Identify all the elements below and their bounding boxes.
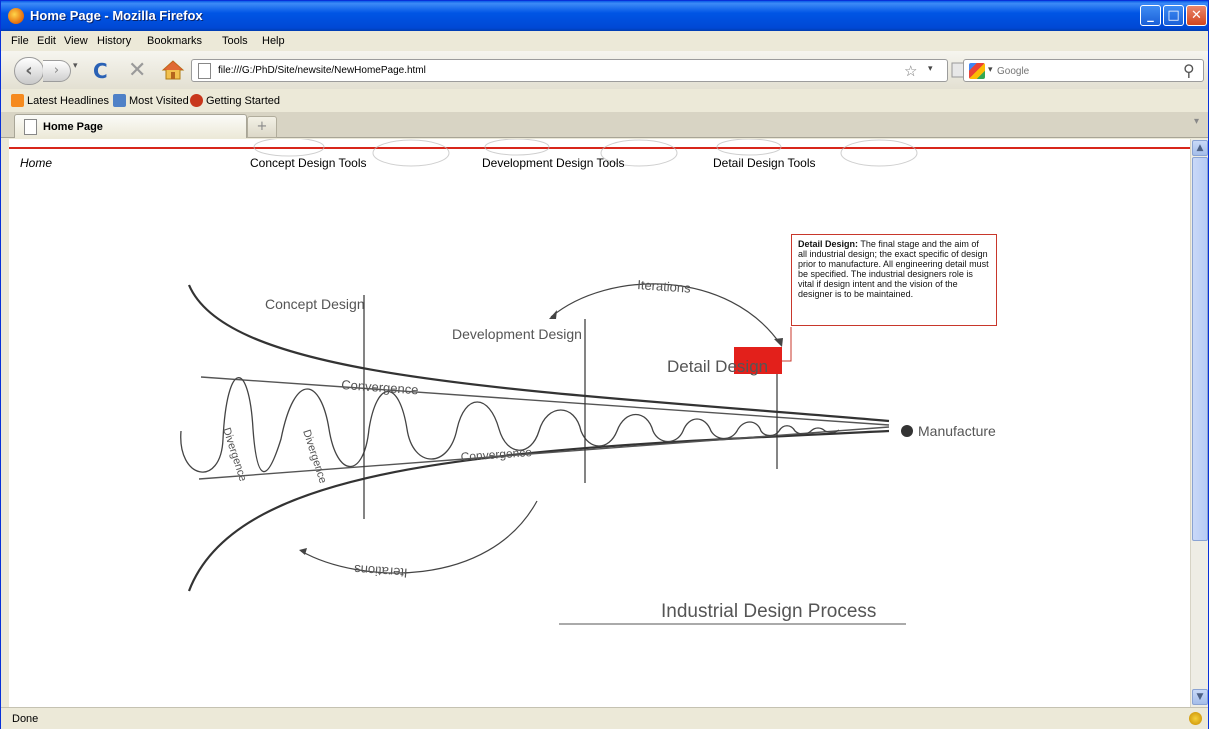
- bookmark-most-visited[interactable]: Most Visited: [113, 94, 189, 107]
- title-bar: Home Page - Mozilla Firefox _ □ ✕: [1, 1, 1208, 31]
- funnel-bottom-curve: [187, 429, 890, 592]
- search-engine-dropdown-icon[interactable]: ▾: [988, 65, 993, 75]
- iterations-top-label: Iterations: [637, 277, 692, 296]
- development-design-label: Development Design: [452, 326, 582, 342]
- divergence-label-1: Divergence: [220, 426, 249, 483]
- home-icon[interactable]: [161, 59, 185, 81]
- arrowhead-right-icon: [774, 338, 783, 347]
- address-bar[interactable]: file:///G:/PhD/Site/newsite/NewHomePage.…: [191, 59, 948, 82]
- popup-connector: [782, 327, 792, 362]
- tab-home-page[interactable]: Home Page: [14, 114, 247, 138]
- arrowhead-left-icon: [549, 310, 557, 319]
- manufacture-label: Manufacture: [918, 423, 996, 439]
- scroll-down-icon[interactable]: ▼: [1192, 689, 1208, 705]
- detail-design-label[interactable]: Detail Design: [667, 357, 768, 376]
- status-text: Done: [12, 713, 39, 725]
- iterations-bottom-arrow: [300, 500, 538, 574]
- bookmark-latest-headlines[interactable]: Latest Headlines: [11, 94, 109, 107]
- scrollbar-thumb[interactable]: [1192, 157, 1208, 541]
- nav-home-link[interactable]: Home: [20, 156, 52, 170]
- concept-design-label: Concept Design: [265, 296, 365, 312]
- vertical-scrollbar[interactable]: ▲ ▼: [1190, 139, 1208, 707]
- menu-view[interactable]: View: [64, 35, 88, 47]
- stop-icon[interactable]: ✕: [128, 58, 146, 83]
- diagram-title: Industrial Design Process: [661, 601, 876, 622]
- menu-file[interactable]: File: [11, 35, 29, 47]
- forward-button[interactable]: ›: [43, 60, 71, 82]
- divergence-label-2: Divergence: [300, 428, 329, 485]
- menu-help[interactable]: Help: [262, 35, 285, 47]
- firefox-bookmark-icon: [190, 94, 203, 107]
- minimize-button[interactable]: _: [1140, 5, 1161, 26]
- detail-design-popup: Detail Design: The final stage and the a…: [791, 234, 997, 326]
- menu-bar: File Edit View History Bookmarks Tools H…: [1, 31, 1208, 51]
- nav-detail-design-tools[interactable]: Detail Design Tools: [713, 156, 816, 170]
- bookmark-label: Latest Headlines: [27, 94, 109, 107]
- page-content: Concept Design Development Design Detail…: [9, 139, 1190, 707]
- back-button[interactable]: ‹: [14, 57, 44, 85]
- page-icon: [24, 119, 37, 135]
- bookmark-getting-started[interactable]: Getting Started: [190, 94, 280, 107]
- bookmark-star-icon[interactable]: ☆: [904, 62, 917, 80]
- design-process-diagram: Concept Design Development Design Detail…: [180, 139, 996, 625]
- maximize-button[interactable]: □: [1163, 5, 1184, 26]
- convergence-top-label: Convergence: [341, 377, 419, 397]
- page-icon: [198, 63, 211, 79]
- tab-strip: Home Page + ▾: [1, 112, 1208, 138]
- url-dropdown-icon[interactable]: ▾: [928, 64, 933, 74]
- status-bar: Done: [1, 707, 1208, 729]
- firefox-icon: [8, 8, 24, 24]
- menu-edit[interactable]: Edit: [37, 35, 56, 47]
- nav-development-design-tools[interactable]: Development Design Tools: [482, 156, 625, 170]
- bookmark-label: Getting Started: [206, 94, 280, 107]
- menu-bookmarks[interactable]: Bookmarks: [147, 35, 202, 47]
- google-icon[interactable]: [969, 63, 985, 79]
- menu-history[interactable]: History: [97, 35, 131, 47]
- manufacture-dot: [901, 425, 913, 437]
- close-button[interactable]: ✕: [1186, 5, 1207, 26]
- status-indicator-icon: [1189, 712, 1202, 725]
- tab-list-dropdown-icon[interactable]: ▾: [1194, 116, 1199, 127]
- scroll-up-icon[interactable]: ▲: [1192, 140, 1208, 156]
- browser-window: Home Page - Mozilla Firefox _ □ ✕ File E…: [0, 0, 1209, 729]
- search-bar[interactable]: ▾ ⚲: [963, 59, 1204, 82]
- rss-icon: [11, 94, 24, 107]
- search-input[interactable]: [997, 63, 1167, 79]
- search-icon[interactable]: ⚲: [1183, 61, 1195, 80]
- iterations-bottom-label: Iterations: [353, 562, 408, 581]
- folder-icon: [113, 94, 126, 107]
- popup-heading: Detail Design:: [798, 239, 859, 249]
- convergence-bottom-label: Convergence: [460, 445, 533, 464]
- bookmark-label: Most Visited: [129, 94, 189, 107]
- history-dropdown-icon[interactable]: ▾: [73, 61, 78, 71]
- nav-concept-design-tools[interactable]: Concept Design Tools: [250, 156, 367, 170]
- menu-tools[interactable]: Tools: [222, 35, 248, 47]
- bookmarks-toolbar: Latest Headlines Most Visited Getting St…: [1, 89, 1208, 111]
- reload-icon[interactable]: C: [93, 59, 108, 83]
- window-title: Home Page - Mozilla Firefox: [30, 8, 203, 23]
- tab-label: Home Page: [43, 121, 103, 133]
- url-text[interactable]: file:///G:/PhD/Site/newsite/NewHomePage.…: [218, 65, 426, 76]
- new-tab-button[interactable]: +: [247, 116, 277, 138]
